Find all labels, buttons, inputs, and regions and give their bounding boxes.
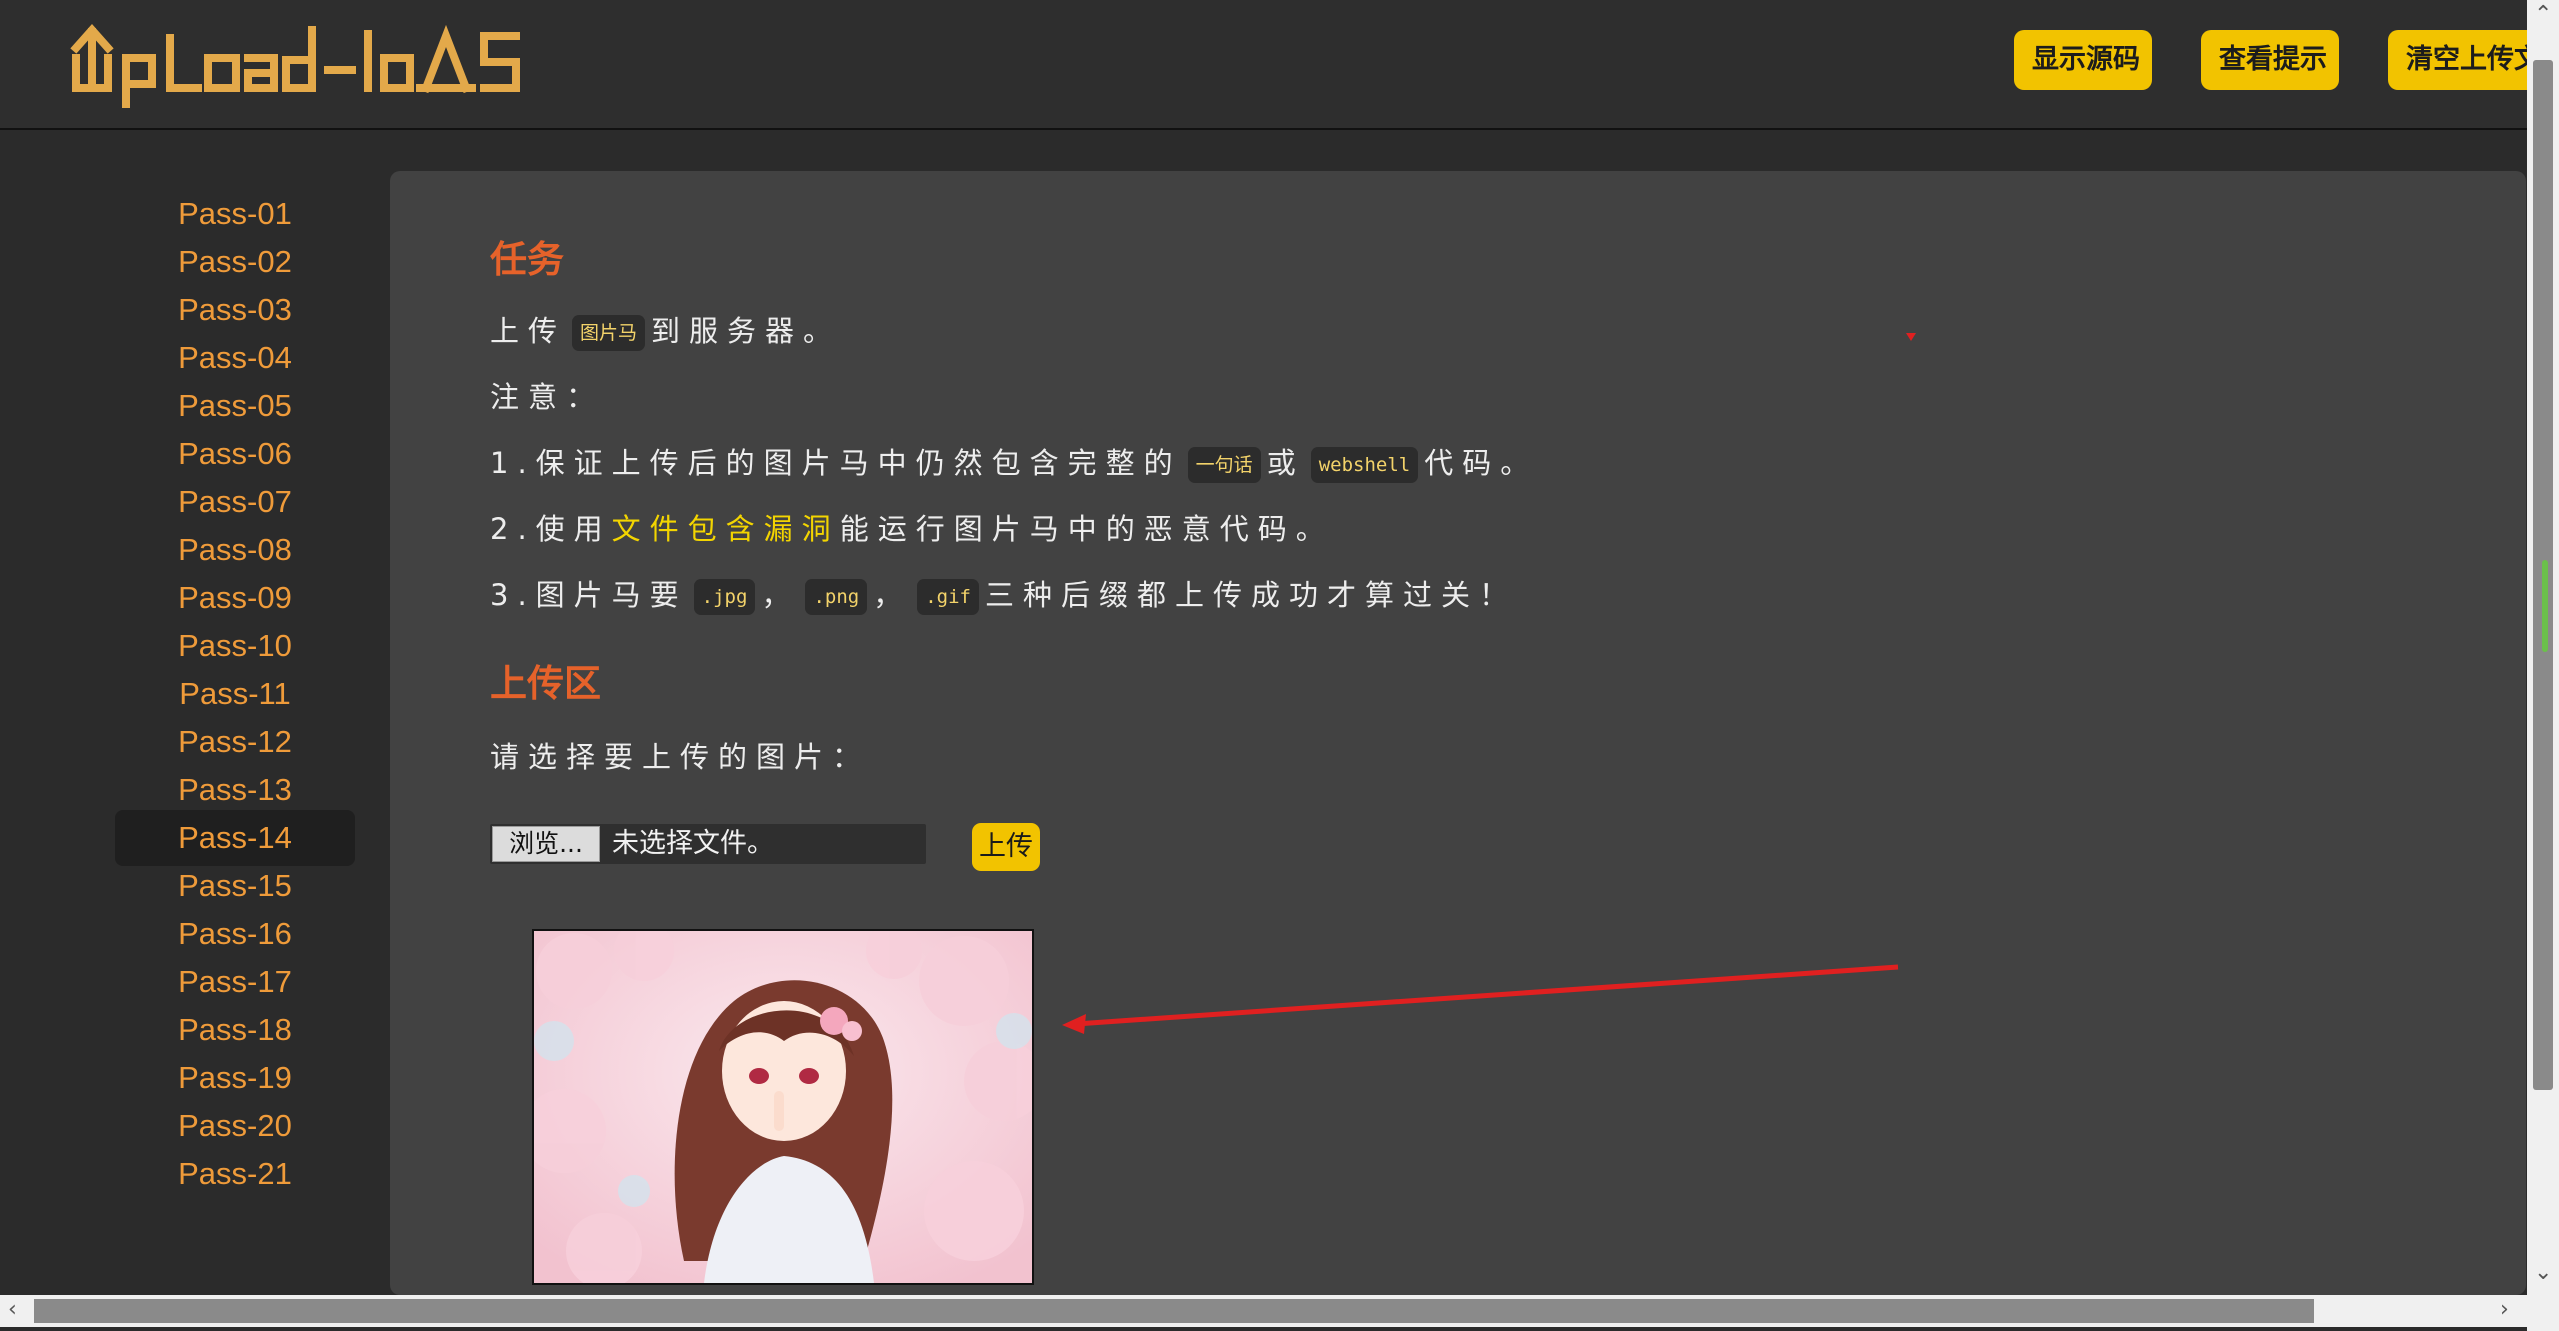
scroll-right-arrow-icon[interactable]: › <box>2500 1299 2509 1321</box>
red-arrowhead <box>1062 1014 1086 1034</box>
scroll-left-arrow-icon[interactable]: ‹ <box>8 1299 17 1321</box>
scrollbar-corner <box>2527 1295 2559 1331</box>
red-annotation-arrow <box>1075 964 1899 1027</box>
scroll-position-indicator <box>2542 560 2548 652</box>
scroll-up-arrow-icon[interactable]: ⌃ <box>2534 4 2552 26</box>
annotation-layer <box>1062 333 1916 1034</box>
scroll-down-arrow-icon[interactable]: ⌄ <box>2534 1262 2552 1284</box>
red-marker-icon <box>1906 333 1916 341</box>
horizontal-scrollbar-thumb[interactable] <box>34 1299 2314 1323</box>
